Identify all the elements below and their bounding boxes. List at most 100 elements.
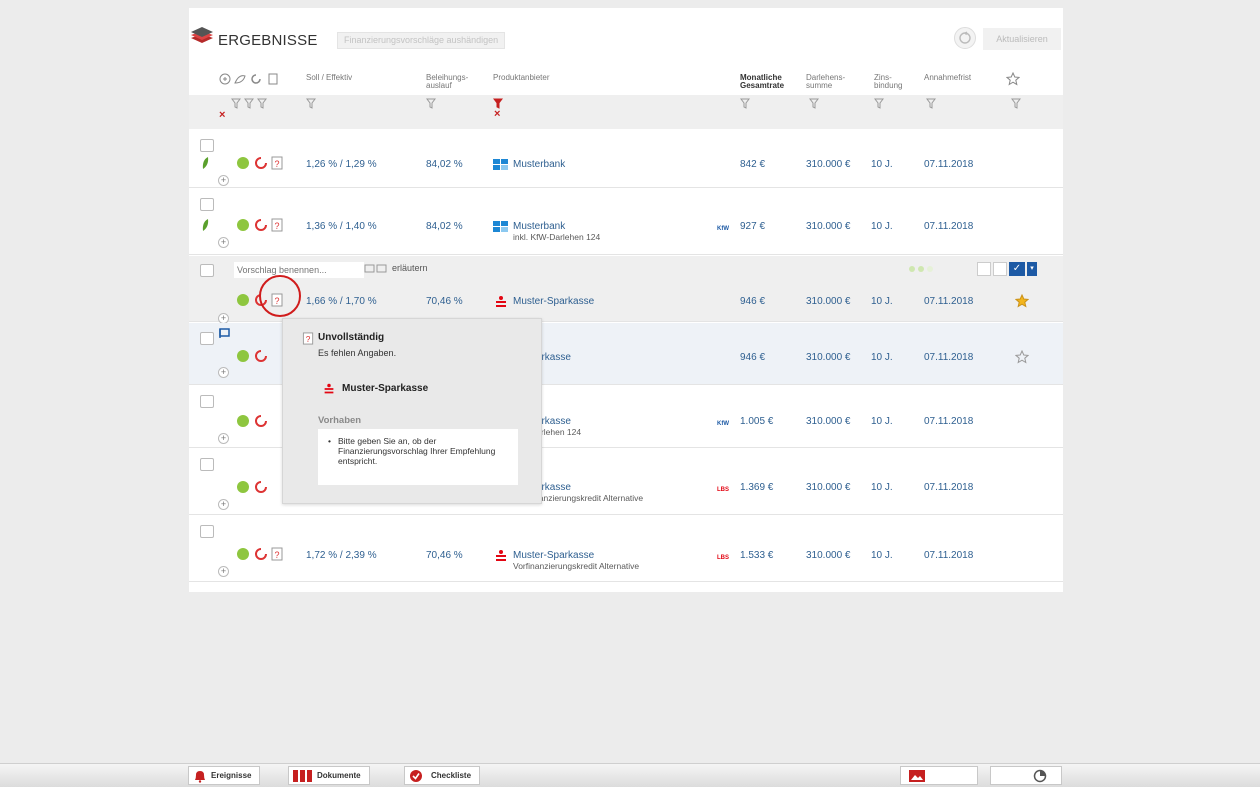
provider-cell: Muster-Sparkasse Vorfinanzierungskredit A… bbox=[513, 550, 639, 571]
proposal-name-input[interactable] bbox=[234, 262, 364, 278]
picture-button[interactable] bbox=[900, 766, 978, 785]
row-checkbox[interactable] bbox=[200, 139, 214, 152]
favorite-star-icon[interactable] bbox=[1015, 350, 1029, 364]
col-loan[interactable]: Darlehens-summe bbox=[806, 74, 845, 90]
expand-row-icon[interactable]: + bbox=[218, 237, 229, 248]
filter-funnel-icon[interactable] bbox=[306, 98, 316, 110]
confirm-dropdown-icon[interactable]: ▾ bbox=[1027, 262, 1037, 276]
filter-funnel-icon[interactable] bbox=[231, 98, 241, 110]
loan-cell: 310.000 € bbox=[806, 221, 851, 232]
col-fix-line2: bindung bbox=[874, 81, 903, 90]
expand-row-icon[interactable]: + bbox=[218, 175, 229, 186]
row-checkbox[interactable] bbox=[200, 525, 214, 538]
filter-funnel-icon[interactable] bbox=[426, 98, 436, 110]
documents-button[interactable]: Dokumente bbox=[288, 766, 370, 785]
deadline-cell: 07.11.2018 bbox=[924, 550, 974, 561]
table-row[interactable]: ? + 1,36 % / 1,40 % 84,02 % Musterbank in… bbox=[189, 189, 1063, 255]
table-row[interactable]: ? + 1,26 % / 1,29 % 84,02 % Musterbank 8… bbox=[189, 130, 1063, 188]
filter-funnel-icon[interactable] bbox=[926, 98, 936, 110]
row-checkbox[interactable] bbox=[200, 458, 214, 471]
chart-button[interactable] bbox=[990, 766, 1062, 785]
deadline-cell: 07.11.2018 bbox=[924, 416, 974, 427]
explain-link[interactable]: erläutern bbox=[392, 263, 428, 273]
results-header: ERGEBNISSE Finanzierungsvorschläge aushä… bbox=[189, 8, 1063, 60]
filter-funnel-icon[interactable] bbox=[809, 98, 819, 110]
col-monthly[interactable]: Monatliche Gesamtrate bbox=[740, 74, 784, 90]
checklist-label: Checkliste bbox=[431, 771, 472, 780]
document-question-icon[interactable]: ? bbox=[271, 218, 284, 232]
document-question-icon: ? bbox=[302, 332, 314, 345]
expand-row-icon[interactable]: + bbox=[218, 566, 229, 577]
deadline-cell: 07.11.2018 bbox=[924, 482, 974, 493]
document-icon[interactable] bbox=[268, 73, 278, 85]
refresh-button[interactable]: Aktualisieren bbox=[983, 28, 1061, 50]
confirm-check-icon[interactable]: ✓ bbox=[1009, 262, 1025, 276]
table-row[interactable]: ? + 1,72 % / 2,39 % 70,46 % Muster-Spark… bbox=[189, 516, 1063, 582]
loan-cell: 310.000 € bbox=[806, 352, 851, 363]
col-monthly-line2: Gesamtrate bbox=[740, 81, 785, 90]
kfw-badge-icon: KfW bbox=[717, 226, 729, 232]
page-title: ERGEBNISSE bbox=[218, 32, 318, 49]
ltv-cell: 84,02 % bbox=[426, 159, 463, 170]
clear-filter-icon[interactable]: × bbox=[219, 109, 225, 121]
col-ltv[interactable]: Beleihungs-auslauf bbox=[426, 74, 468, 90]
svg-text:?: ? bbox=[275, 159, 280, 169]
sparkasse-logo-icon bbox=[496, 550, 506, 561]
favorite-star-filled-icon[interactable] bbox=[1015, 294, 1029, 308]
monthly-cell: 1.533 € bbox=[740, 550, 774, 561]
document-question-icon[interactable]: ? bbox=[271, 156, 284, 170]
tooltip-subtitle: Es fehlen Angaben. bbox=[318, 348, 397, 358]
filter-funnel-icon[interactable] bbox=[257, 98, 267, 110]
row-checkbox[interactable] bbox=[200, 332, 214, 345]
rate-cell: 1,72 % / 2,39 % bbox=[306, 550, 377, 561]
provider-cell: Musterbank inkl. KfW-Darlehen 124 bbox=[513, 221, 600, 242]
col-provider[interactable]: Produktanbieter bbox=[493, 74, 549, 82]
expand-row-icon[interactable]: + bbox=[218, 499, 229, 510]
flag-icon[interactable] bbox=[219, 328, 230, 339]
monthly-cell: 1.005 € bbox=[740, 416, 774, 427]
provider-cell: Muster-Sparkasse bbox=[513, 296, 595, 307]
expand-row-icon[interactable]: + bbox=[218, 433, 229, 444]
highlight-circle bbox=[259, 275, 301, 317]
row-checkbox[interactable] bbox=[200, 264, 214, 277]
status-green-dot-icon bbox=[237, 548, 249, 560]
bottom-toolbar: Ereignisse Dokumente Checkliste bbox=[0, 763, 1260, 787]
filter-funnel-icon[interactable] bbox=[1011, 98, 1021, 110]
document-question-icon[interactable]: ? bbox=[271, 547, 284, 561]
col-rate[interactable]: Soll / Effektiv bbox=[306, 74, 352, 82]
expand-row-icon[interactable]: + bbox=[218, 367, 229, 378]
handover-button[interactable]: Finanzierungsvorschläge aushändigen bbox=[337, 32, 506, 49]
bell-icon bbox=[195, 771, 205, 783]
refresh-icon[interactable] bbox=[954, 27, 976, 49]
row-checkbox[interactable] bbox=[200, 198, 214, 211]
loan-cell: 310.000 € bbox=[806, 159, 851, 170]
filter-funnel-icon[interactable] bbox=[740, 98, 750, 110]
add-circle-icon[interactable] bbox=[219, 73, 231, 85]
monthly-cell: 1.369 € bbox=[740, 482, 774, 493]
filter-funnel-icon[interactable] bbox=[874, 98, 884, 110]
filter-funnel-icon[interactable] bbox=[244, 98, 254, 110]
row-checkbox[interactable] bbox=[200, 395, 214, 408]
checklist-icon bbox=[410, 770, 422, 782]
selected-table-row[interactable]: erläutern ✓▾ ? + 1,66 % / 1,70 % 70,46 %… bbox=[189, 256, 1063, 324]
green-leaf-icon bbox=[202, 157, 209, 169]
leaf-lock-icon[interactable] bbox=[234, 75, 246, 84]
favorite-column-star-icon[interactable] bbox=[1006, 72, 1020, 86]
row-actions: ✓ ▾ bbox=[977, 262, 1039, 276]
loan-cell: 310.000 € bbox=[806, 482, 851, 493]
cycle-icon[interactable] bbox=[251, 74, 261, 84]
kfw-badge-icon: KfW bbox=[717, 421, 729, 427]
edit-icon[interactable] bbox=[977, 262, 991, 276]
clear-provider-filter-icon[interactable]: × bbox=[494, 108, 500, 120]
leaf-options-icon[interactable] bbox=[907, 264, 937, 274]
delete-icon[interactable] bbox=[993, 262, 1007, 276]
events-button[interactable]: Ereignisse bbox=[188, 766, 261, 785]
col-loan-line2: summe bbox=[806, 81, 833, 90]
col-fix[interactable]: Zins-bindung bbox=[874, 74, 902, 90]
deadline-cell: 07.11.2018 bbox=[924, 221, 974, 232]
loan-cell: 310.000 € bbox=[806, 416, 851, 427]
comment-icon[interactable] bbox=[364, 264, 388, 274]
monthly-cell: 946 € bbox=[740, 352, 766, 363]
checklist-button[interactable]: Checkliste bbox=[404, 766, 481, 785]
col-deadline[interactable]: Annahmefrist bbox=[924, 74, 971, 82]
